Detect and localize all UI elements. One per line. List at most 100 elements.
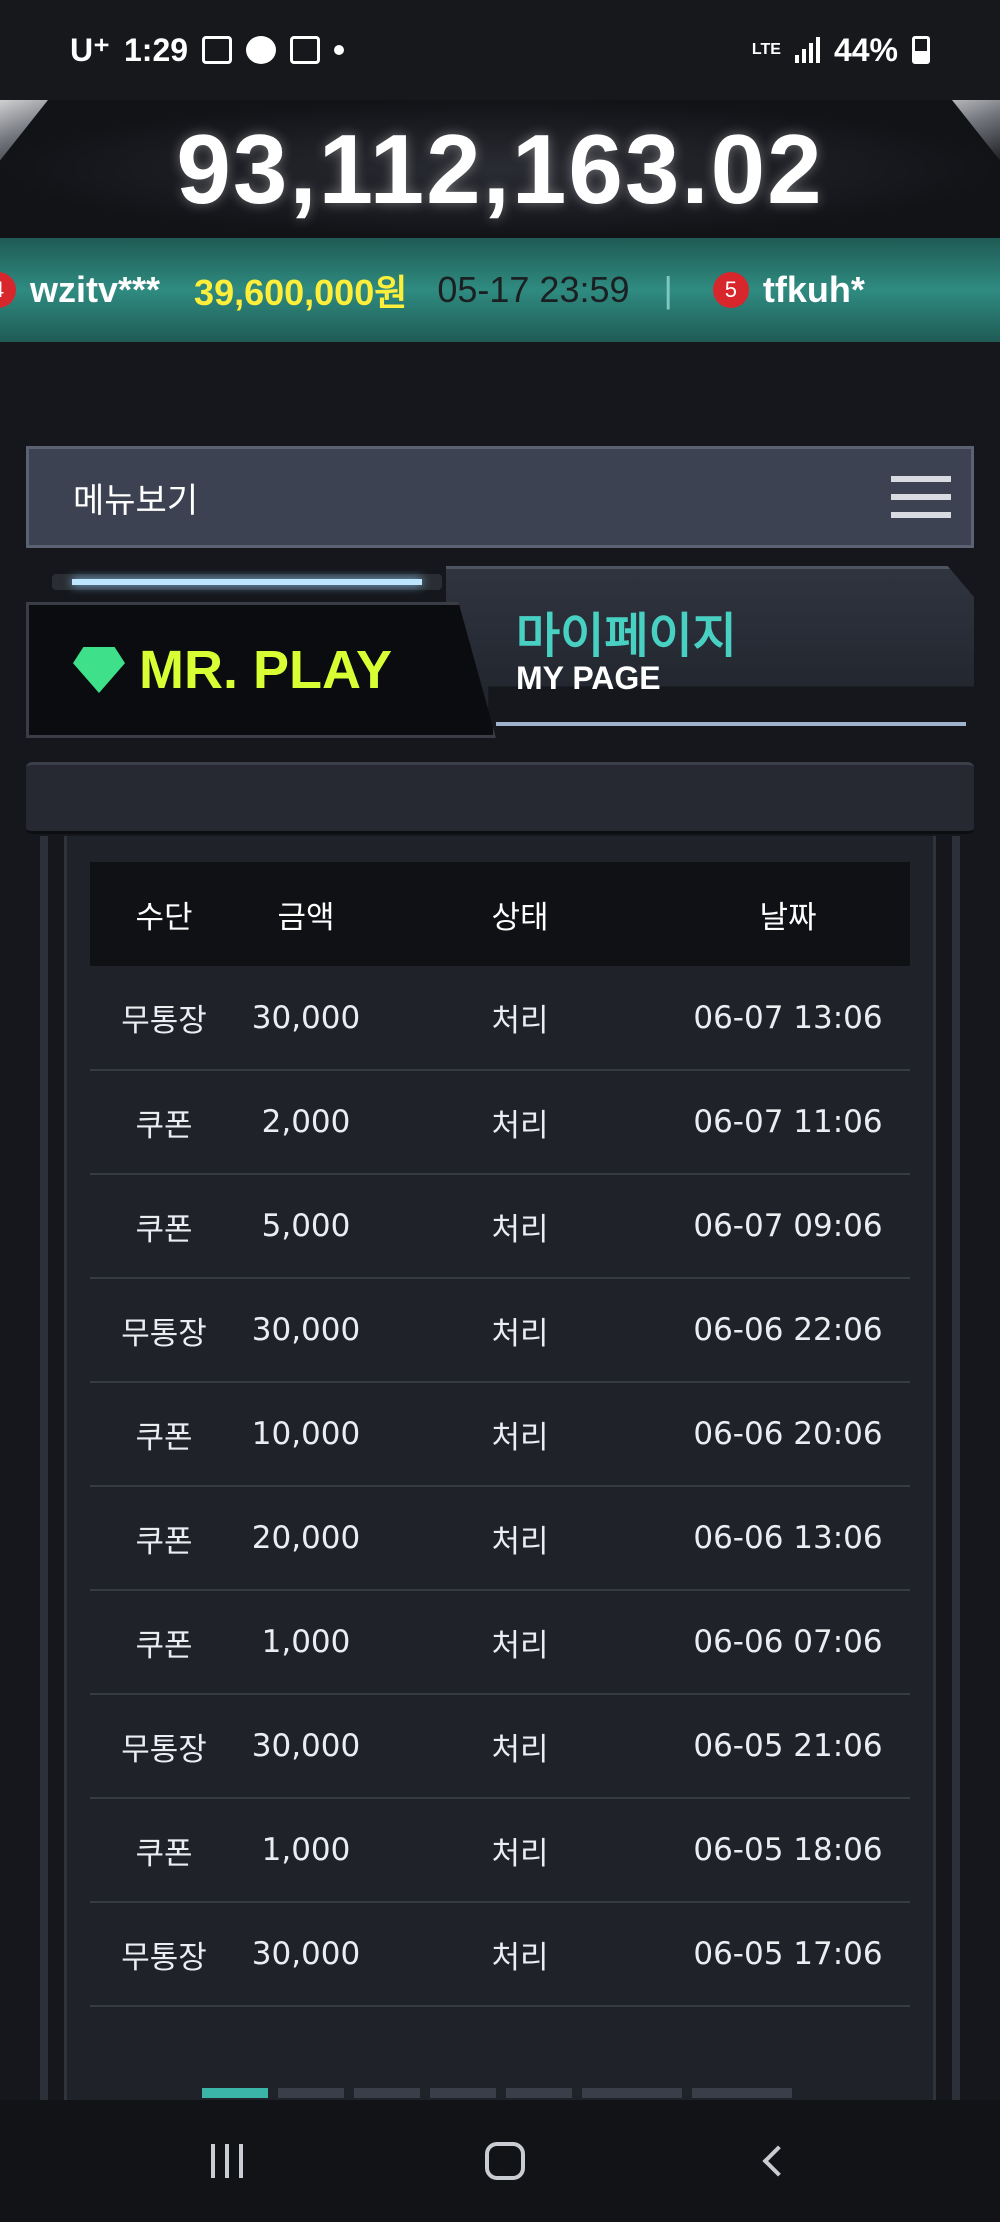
menu-toggle-bar[interactable]: 메뉴보기 (26, 446, 974, 548)
page-subtitle: MY PAGE (516, 660, 661, 696)
cell-amount: 20,000 (238, 1486, 374, 1591)
cell-amount: 10,000 (238, 1382, 374, 1487)
jackpot-amount: 93,112,163.02 (176, 113, 824, 224)
table-row: 무통장 30,000 처리 06-05 21:06 (90, 1694, 910, 1799)
table-row: 무통장 30,000 처리 06-07 13:06 (90, 966, 910, 1071)
table-row: 무통장 30,000 처리 06-06 22:06 (90, 1278, 910, 1383)
page-title: 마이페이지 (516, 608, 737, 664)
table-row: 쿠폰 1,000 처리 06-06 07:06 (90, 1590, 910, 1695)
cell-amount: 1,000 (238, 1798, 374, 1903)
back-icon[interactable] (762, 2145, 794, 2177)
cell-method: 무통장 (90, 1278, 238, 1383)
cell-status: 처리 (374, 1486, 666, 1591)
page-button[interactable] (692, 2088, 792, 2098)
cell-date: 06-06 20:06 (666, 1382, 910, 1487)
battery-percent: 44% (833, 31, 898, 68)
menu-label: 메뉴보기 (73, 480, 199, 521)
cell-status: 처리 (374, 1902, 666, 2007)
ticker-rank-badge: 4 (0, 272, 16, 308)
table-header-row: 수단 금액 상태 날짜 (90, 862, 910, 966)
table-row: 쿠폰 5,000 처리 06-07 09:06 (90, 1174, 910, 1279)
cell-amount: 1,000 (238, 1590, 374, 1695)
cell-status: 처리 (374, 1174, 666, 1279)
ticker-user: tfkuh* (762, 269, 865, 310)
pillar-left (40, 836, 48, 2100)
cell-date: 06-07 09:06 (666, 1174, 910, 1279)
cell-method: 쿠폰 (90, 1070, 238, 1175)
cell-status: 처리 (374, 1278, 666, 1383)
page-button[interactable] (430, 2088, 496, 2098)
cell-method: 쿠폰 (90, 1382, 238, 1487)
brand-panel: MR. PLAY (26, 602, 496, 738)
cell-date: 06-06 13:06 (666, 1486, 910, 1591)
spotlight-right (952, 100, 1000, 161)
ticker-amount: 39,600,000원 (194, 272, 408, 313)
cell-amount: 5,000 (238, 1174, 374, 1279)
cell-method: 쿠폰 (90, 1798, 238, 1903)
column-header-amount: 금액 (238, 862, 374, 966)
column-header-method: 수단 (90, 862, 238, 966)
notification-dot-icon (334, 45, 345, 55)
brand-logo: MR. PLAY (139, 640, 393, 700)
cell-method: 쿠폰 (90, 1174, 238, 1279)
ticker-rank-badge: 5 (712, 272, 749, 308)
chat-icon (246, 36, 277, 64)
page-button[interactable] (354, 2088, 420, 2098)
hamburger-menu-icon[interactable] (891, 476, 951, 518)
ticker-separator: | (663, 269, 673, 310)
neon-light (52, 574, 442, 590)
home-icon[interactable] (485, 2142, 525, 2180)
column-header-date: 날짜 (666, 862, 910, 966)
table-row: 쿠폰 20,000 처리 06-06 13:06 (90, 1486, 910, 1591)
carrier-label: U⁺ (70, 32, 110, 68)
cell-amount: 30,000 (238, 1278, 374, 1383)
battery-icon (912, 36, 930, 64)
page-header-sign: MR. PLAY 마이페이지 MY PAGE (26, 566, 974, 746)
cell-status: 처리 (374, 1590, 666, 1695)
cell-amount: 30,000 (238, 966, 374, 1071)
cell-method: 무통장 (90, 1694, 238, 1799)
pillar-right (952, 836, 960, 2100)
recent-apps-icon[interactable] (211, 2144, 243, 2178)
cell-amount: 30,000 (238, 1694, 374, 1799)
panel-header (26, 762, 974, 834)
cell-date: 06-06 07:06 (666, 1590, 910, 1695)
jackpot-banner: 93,112,163.02 (0, 100, 1000, 238)
signal-icon (794, 37, 820, 63)
table-row: 무통장 30,000 처리 06-05 17:06 (90, 1902, 910, 2007)
calendar-icon (290, 36, 321, 64)
pagination (202, 2088, 792, 2098)
history-table: 수단 금액 상태 날짜 무통장 30,000 처리 06-07 13:06 쿠폰 2,00… (90, 862, 910, 2007)
cell-status: 처리 (374, 1798, 666, 1903)
column-header-status: 상태 (374, 862, 666, 966)
cell-date: 06-05 18:06 (666, 1798, 910, 1903)
cell-status: 처리 (374, 1694, 666, 1799)
page-button[interactable] (582, 2088, 682, 2098)
page-button[interactable] (278, 2088, 344, 2098)
cell-status: 처리 (374, 966, 666, 1071)
cell-date: 06-05 21:06 (666, 1694, 910, 1799)
page-button[interactable] (506, 2088, 572, 2098)
table-row: 쿠폰 2,000 처리 06-07 11:06 (90, 1070, 910, 1175)
cell-date: 06-07 13:06 (666, 966, 910, 1071)
system-nav-bar (0, 2100, 1000, 2222)
table-row: 쿠폰 1,000 처리 06-05 18:06 (90, 1798, 910, 1903)
cell-method: 무통장 (90, 966, 238, 1071)
cell-date: 06-05 17:06 (666, 1902, 910, 2007)
cell-amount: 30,000 (238, 1902, 374, 2007)
cell-status: 처리 (374, 1070, 666, 1175)
status-bar: U⁺ 1:29 LTE 44% (0, 0, 1000, 100)
cell-method: 쿠폰 (90, 1486, 238, 1591)
clock: 1:29 (124, 31, 189, 68)
ticker-user: wzitv*** (30, 269, 161, 310)
page-button[interactable] (202, 2088, 268, 2098)
cell-date: 06-06 22:06 (666, 1278, 910, 1383)
spotlight-left (0, 100, 48, 161)
table-row: 쿠폰 10,000 처리 06-06 20:06 (90, 1382, 910, 1487)
winner-ticker: 4 wzitv*** 39,600,000원 05-17 23:59 | 5 t… (0, 238, 1000, 342)
cell-date: 06-07 11:06 (666, 1070, 910, 1175)
cell-method: 무통장 (90, 1902, 238, 2007)
network-type: LTE (751, 41, 781, 58)
cell-method: 쿠폰 (90, 1590, 238, 1695)
ticker-date: 05-17 23:59 (437, 269, 630, 310)
